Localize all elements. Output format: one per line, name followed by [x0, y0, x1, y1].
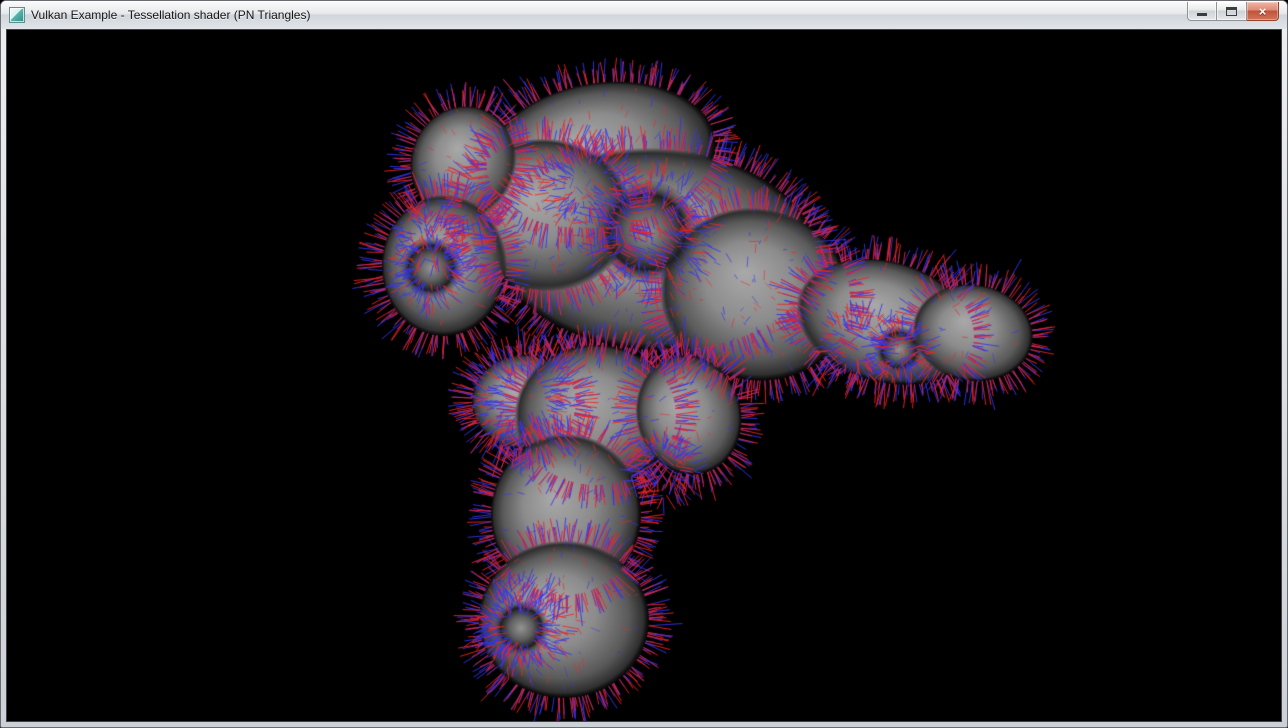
maximize-button[interactable]: [1217, 2, 1247, 21]
minimize-icon: [1197, 13, 1207, 16]
maximize-icon: [1226, 7, 1237, 16]
window-title: Vulkan Example - Tessellation shader (PN…: [31, 8, 420, 22]
window-controls: ×: [1187, 2, 1279, 21]
render-viewport[interactable]: [7, 30, 1281, 721]
render-area: [6, 29, 1282, 722]
close-icon: ×: [1259, 5, 1267, 18]
minimize-button[interactable]: [1187, 2, 1217, 21]
app-window: Vulkan Example - Tessellation shader (PN…: [0, 0, 1288, 728]
app-icon: [9, 7, 25, 23]
close-button[interactable]: ×: [1247, 2, 1279, 21]
titlebar[interactable]: Vulkan Example - Tessellation shader (PN…: [1, 1, 1287, 29]
